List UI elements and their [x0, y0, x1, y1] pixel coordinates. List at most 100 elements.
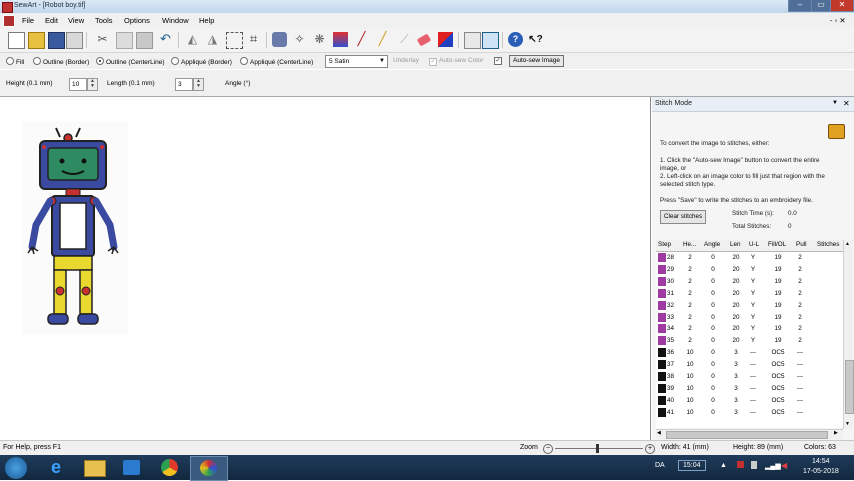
pencil-red-icon[interactable]: ╱: [354, 32, 369, 47]
open-folder-icon[interactable]: [28, 32, 45, 49]
language-indicator[interactable]: DA: [655, 462, 665, 469]
table-row[interactable]: 33 2 0 20 Y 19 2: [656, 312, 843, 324]
menu-options[interactable]: Options: [124, 16, 150, 25]
length-spinner[interactable]: ▲ ▼: [193, 78, 204, 91]
minimize-button[interactable]: –: [788, 0, 812, 12]
table-row[interactable]: 36 10 0 3 --- OC5 ---: [656, 347, 843, 359]
table-row[interactable]: 41 10 0 3 --- OC5 ---: [656, 407, 843, 419]
cut-icon[interactable]: ✂: [95, 32, 110, 47]
panel-menu-icon[interactable]: ▼: [832, 100, 838, 106]
col-len[interactable]: Len: [730, 241, 741, 248]
scroll-right-icon[interactable]: ▶: [834, 430, 838, 436]
sewart-taskbar-icon[interactable]: [190, 456, 228, 481]
table-row[interactable]: 31 2 0 20 Y 19 2: [656, 288, 843, 300]
clock-time[interactable]: 14:54: [812, 458, 830, 465]
robot-boy-image[interactable]: [22, 121, 128, 335]
applique-centerline-radio[interactable]: Appliqué (CenterLine): [240, 57, 313, 66]
rotate-icon[interactable]: ◮: [205, 32, 220, 47]
mirror-icon[interactable]: ◭: [185, 32, 200, 47]
col-pull[interactable]: Pull: [796, 241, 807, 248]
paste-icon[interactable]: [136, 32, 153, 49]
outline-centerline-radio[interactable]: Outline (CenterLine): [96, 57, 165, 66]
maximize-button[interactable]: ▭: [811, 0, 831, 12]
applique-border-radio[interactable]: Appliqué (Border): [171, 57, 232, 66]
zoom-out-button[interactable]: −: [543, 444, 553, 454]
volume-icon[interactable]: ◀: [781, 461, 787, 470]
col-step[interactable]: Step: [658, 241, 671, 248]
col-stitches[interactable]: Stitches: [817, 241, 839, 248]
magic-wand-icon[interactable]: ✧: [292, 32, 307, 47]
table-row[interactable]: 34 2 0 20 Y 19 2: [656, 323, 843, 335]
table-row[interactable]: 37 10 0 3 --- OC5 ---: [656, 359, 843, 371]
outline-border-radio[interactable]: Outline (Border): [33, 57, 89, 66]
context-help-icon[interactable]: ↖?: [528, 32, 543, 47]
table-row[interactable]: 40 10 0 3 --- OC5 ---: [656, 395, 843, 407]
auto-sew-color-checkbox[interactable]: ✓ Auto-sew Color: [429, 57, 483, 66]
start-button[interactable]: [5, 457, 27, 479]
table-row[interactable]: 35 2 0 20 Y 19 2: [656, 335, 843, 347]
crop-icon[interactable]: ⌗: [246, 32, 261, 47]
table-row[interactable]: 29 2 0 20 Y 19 2: [656, 264, 843, 276]
col-height[interactable]: He...: [683, 241, 696, 248]
col-fill-ol[interactable]: Fill/OL: [768, 241, 786, 248]
menu-help[interactable]: Help: [199, 16, 214, 25]
menu-file[interactable]: File: [22, 16, 34, 25]
clock-date[interactable]: 17-05-2018: [803, 468, 839, 475]
table-row[interactable]: 38 10 0 3 --- OC5 ---: [656, 371, 843, 383]
table-row[interactable]: 28 2 0 20 Y 19 2: [656, 252, 843, 264]
auto-sew-image-checkbox[interactable]: ✓: [494, 56, 504, 65]
undo-icon[interactable]: ↶: [158, 32, 173, 47]
palette-icon[interactable]: [333, 32, 348, 47]
scroll-left-icon[interactable]: ◀: [657, 430, 661, 436]
battery-icon[interactable]: [751, 461, 757, 469]
pencil-yellow-icon[interactable]: ╱: [375, 32, 390, 47]
stamp-icon[interactable]: [272, 32, 287, 47]
col-ul[interactable]: U-L: [749, 241, 759, 248]
tray-chevron-icon[interactable]: ▲: [720, 462, 727, 469]
chrome-icon[interactable]: [152, 456, 188, 479]
scroll-down-icon[interactable]: ▼: [845, 421, 850, 427]
mdi-window-controls[interactable]: - ▫ ✕: [830, 16, 846, 25]
eraser-icon[interactable]: [416, 33, 432, 47]
menu-window[interactable]: Window: [162, 16, 189, 25]
image-canvas[interactable]: [0, 97, 651, 440]
hscroll-thumb[interactable]: [666, 431, 828, 439]
grid-vertical-scrollbar[interactable]: ▲ ▼: [843, 240, 854, 429]
panel-close-icon[interactable]: ✕: [843, 99, 850, 108]
scroll-thumb[interactable]: [845, 360, 854, 414]
zoom-slider[interactable]: [555, 448, 643, 449]
length-input[interactable]: 3: [175, 78, 193, 91]
media-player-icon[interactable]: [114, 456, 150, 479]
select-region-icon[interactable]: [226, 32, 243, 49]
image-mode-icon[interactable]: [464, 32, 481, 49]
help-icon[interactable]: ?: [508, 32, 523, 47]
print-icon[interactable]: [66, 32, 83, 49]
stitch-mode-icon[interactable]: [482, 32, 499, 49]
table-row[interactable]: 30 2 0 20 Y 19 2: [656, 276, 843, 288]
fill-color-icon[interactable]: [438, 32, 453, 47]
tray-flag-icon[interactable]: [737, 461, 744, 468]
height-spinner[interactable]: ▲ ▼: [87, 78, 98, 91]
auto-sew-image-button[interactable]: Auto-sew Image: [509, 55, 564, 67]
file-explorer-icon[interactable]: [76, 456, 112, 479]
menu-view[interactable]: View: [68, 16, 84, 25]
height-input[interactable]: 10: [69, 78, 87, 91]
new-file-icon[interactable]: [8, 32, 25, 49]
close-button[interactable]: ✕: [830, 0, 854, 12]
menu-edit[interactable]: Edit: [45, 16, 58, 25]
network-icon[interactable]: ▂▄▆: [765, 462, 781, 470]
fill-radio[interactable]: Fill: [6, 57, 24, 66]
stitch-type-select[interactable]: 5 Satin ▼: [325, 55, 388, 68]
zoom-in-button[interactable]: +: [645, 444, 655, 454]
clear-stitches-button[interactable]: Clear stitches: [660, 210, 707, 224]
zoom-slider-thumb[interactable]: [596, 444, 599, 453]
grid-horizontal-scrollbar[interactable]: ◀ ▶: [656, 429, 843, 439]
table-row[interactable]: 39 10 0 3 --- OC5 ---: [656, 383, 843, 395]
eyedropper-icon[interactable]: ⟋: [397, 32, 412, 47]
merge-colors-icon[interactable]: ❋: [312, 32, 327, 47]
scroll-up-icon[interactable]: ▲: [845, 241, 850, 247]
copy-icon[interactable]: [116, 32, 133, 49]
save-icon[interactable]: [48, 32, 65, 49]
tray-clock-box[interactable]: 15:04: [678, 460, 706, 471]
internet-explorer-icon[interactable]: e: [38, 456, 74, 479]
